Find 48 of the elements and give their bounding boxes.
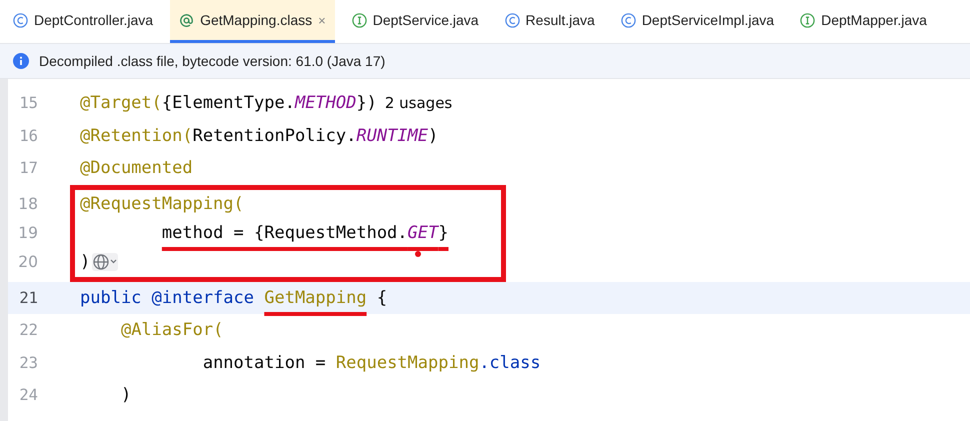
code-token: @Retention( [80, 126, 193, 146]
code-token: {ElementType. [162, 93, 295, 114]
at-sign-icon [179, 12, 194, 28]
code-token: } [438, 223, 448, 243]
interface-icon [800, 12, 816, 28]
line-number: 20 [17, 252, 38, 273]
code-token: ) [428, 126, 438, 146]
code-token: @Documented [80, 158, 193, 178]
interface-icon [352, 12, 367, 28]
code-token: @Target( [80, 93, 162, 114]
class-icon [620, 12, 636, 28]
code-token: ) [120, 385, 132, 406]
code-token: GET [408, 223, 438, 243]
code-token: .class [479, 352, 541, 373]
editor-tab[interactable]: DeptController.java [4, 0, 162, 43]
code-token: METHOD [294, 93, 356, 114]
code-token: @RequestMapping( [80, 194, 244, 214]
line-number: 16 [18, 126, 38, 145]
code-token: annotation = [202, 352, 327, 373]
editor-tab[interactable]: GetMapping.class × [170, 0, 335, 43]
line-number: 18 [17, 194, 38, 215]
code-token: @AliasFor( [120, 320, 224, 340]
code-token: RequestMapping [336, 352, 480, 373]
editor-tab[interactable]: DeptServiceImpl.java [612, 0, 784, 43]
code-token: public @interface [80, 288, 255, 308]
editor-tab[interactable]: DeptMapper.java [791, 0, 936, 43]
code-token: }) [356, 93, 377, 114]
class-icon [13, 12, 28, 28]
code-token: method = {RequestMethod. [162, 223, 408, 243]
line-number: 15 [18, 94, 38, 112]
line-number: 21 [18, 288, 38, 307]
decompiled-notice: Decompiled .class file, bytecode version: 61.0 (Java 17) [39, 53, 386, 69]
code-token: RUNTIME [356, 126, 428, 146]
code-token: GetMapping [264, 288, 367, 308]
usages-hint[interactable]: 2 usages [384, 94, 452, 112]
line-number: 22 [18, 321, 38, 340]
class-icon [504, 12, 520, 28]
editor-tab[interactable]: Result.java [496, 0, 604, 43]
code-token: { [376, 288, 388, 308]
line-number: 23 [18, 354, 38, 372]
info-icon [13, 53, 29, 69]
code-token: RetentionPolicy. [192, 126, 356, 146]
line-number: 24 [18, 386, 38, 404]
line-number: 19 [17, 223, 38, 244]
code-token: ) [80, 252, 90, 272]
globe-dropdown-icon[interactable] [92, 253, 118, 272]
editor-tab[interactable]: DeptService.java [342, 0, 488, 43]
line-number: 17 [18, 159, 38, 178]
